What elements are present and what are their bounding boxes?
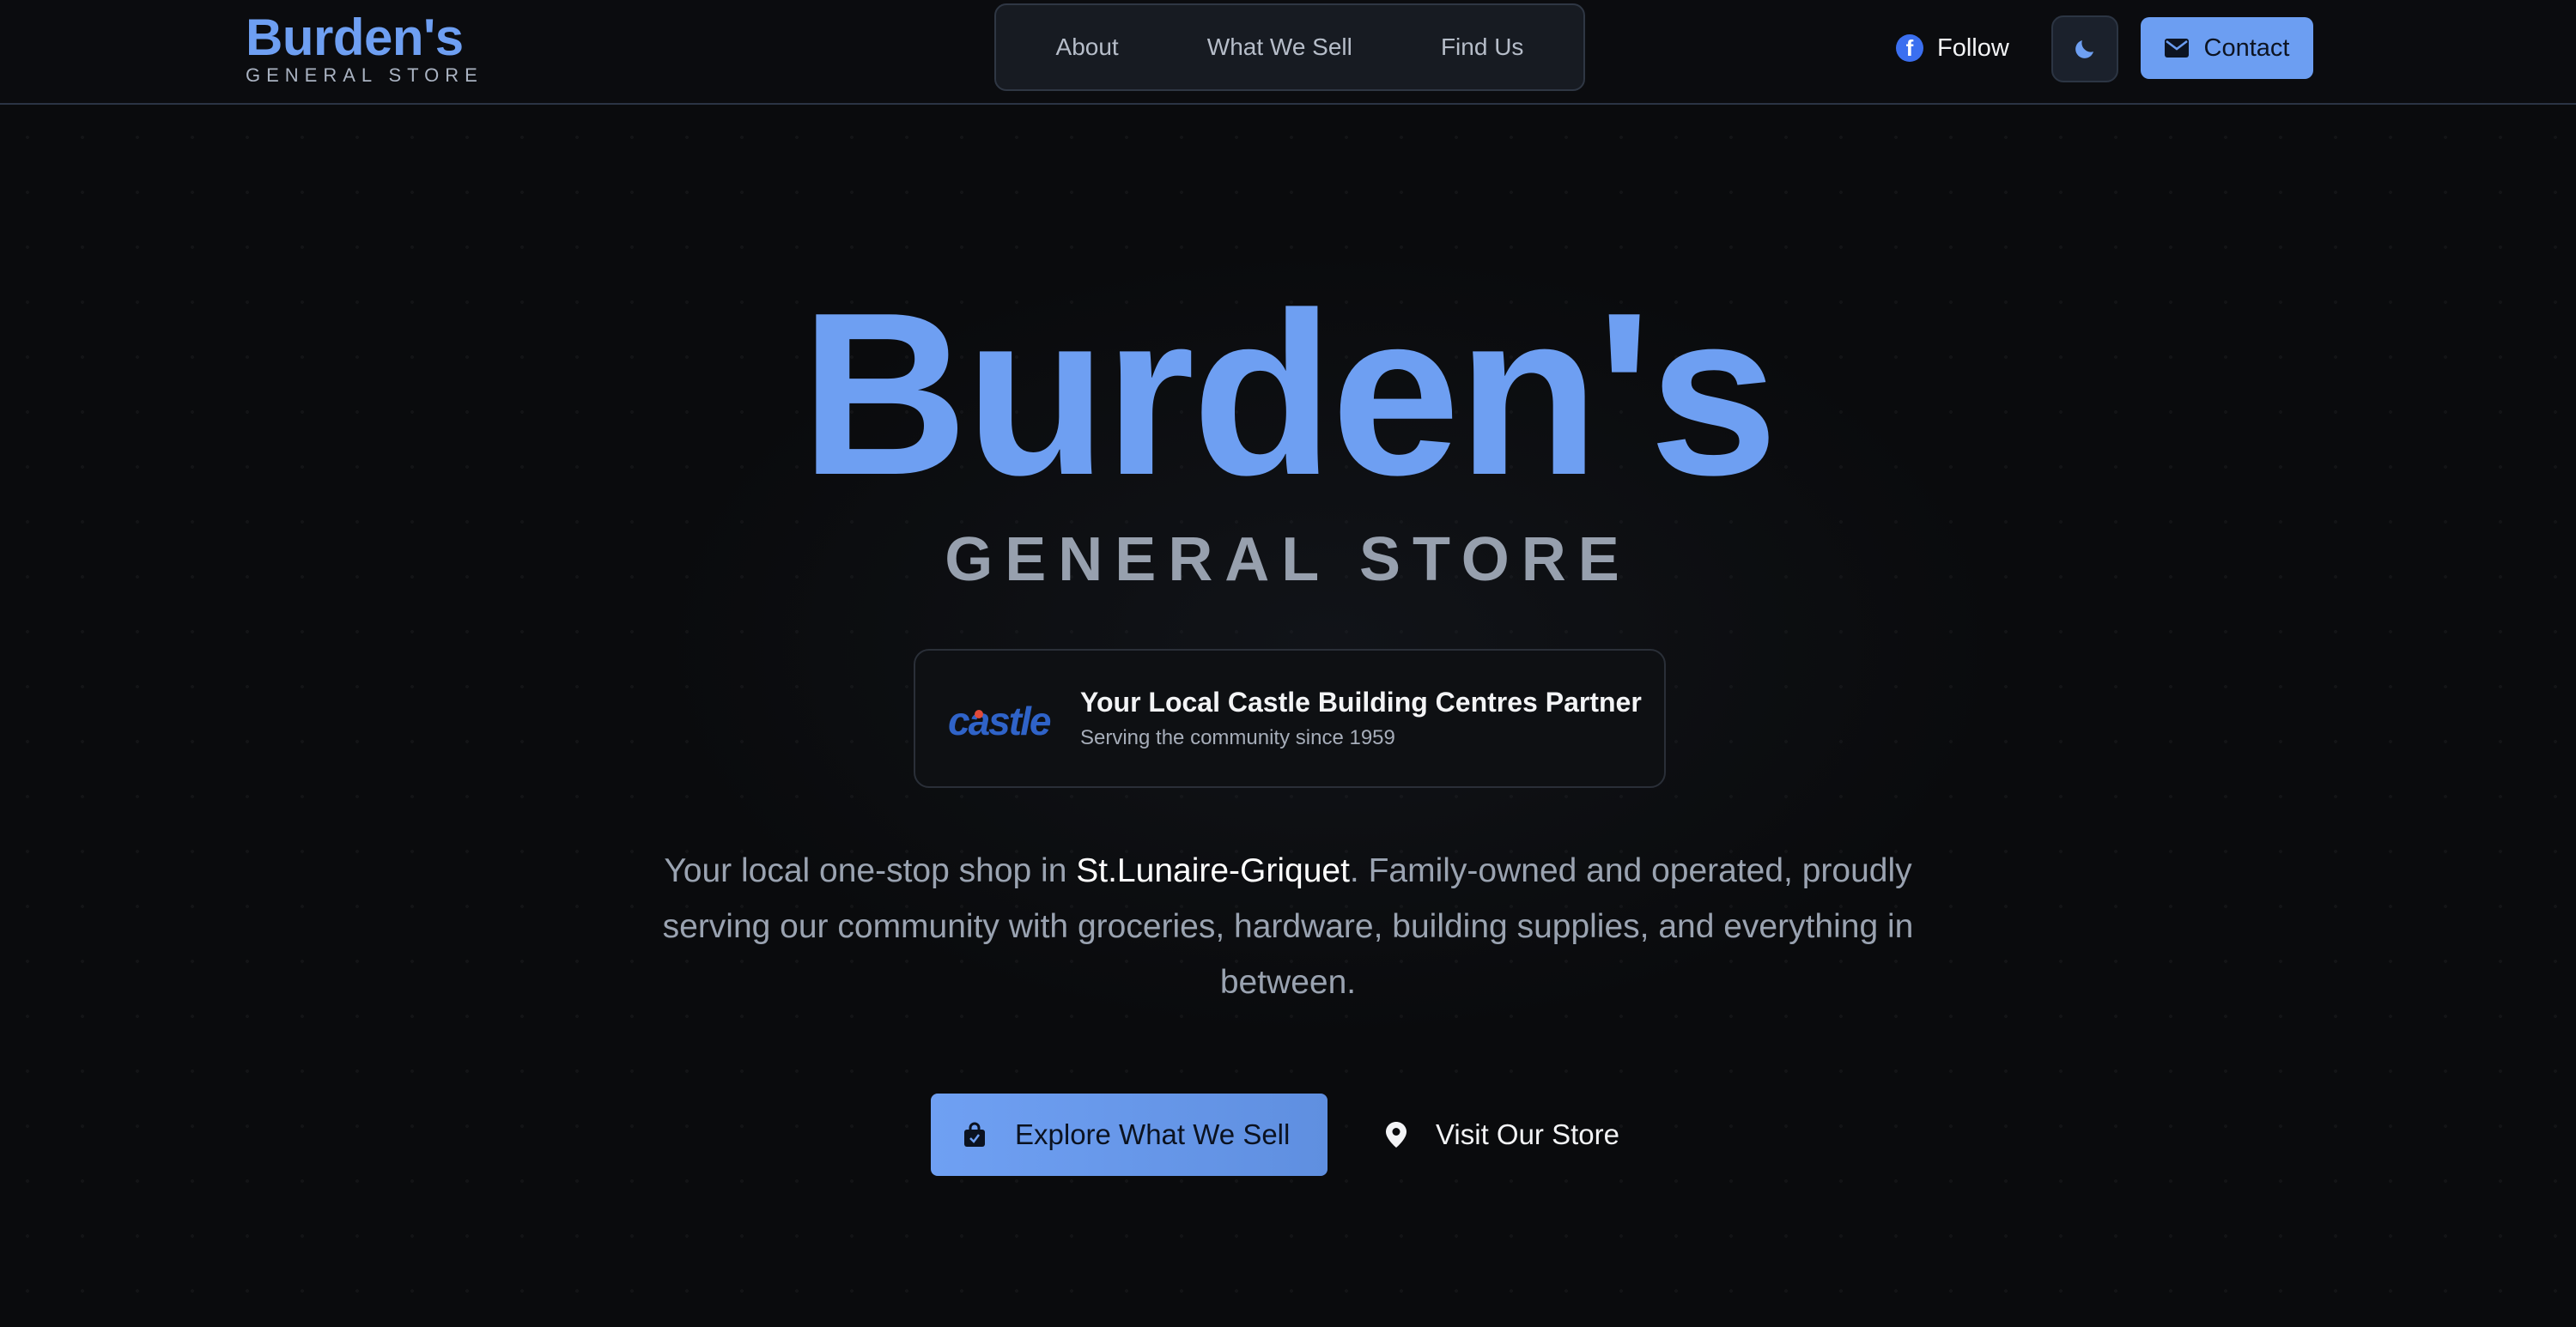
nav-link-find-us[interactable]: Find Us — [1425, 25, 1539, 70]
nav-link-what-we-sell[interactable]: What We Sell — [1192, 25, 1368, 70]
description-text-start: Your local one-stop shop in — [664, 852, 1077, 889]
partner-card: castle Your Local Castle Building Centre… — [914, 649, 1666, 788]
castle-logo: castle — [948, 699, 1053, 742]
hero-title: Burden's — [800, 265, 1777, 524]
main-nav: About What We Sell Find Us — [994, 3, 1585, 91]
hero-description: Your local one-stop shop in St.Lunaire-G… — [635, 843, 1941, 1010]
partner-subtitle: Serving the community since 1959 — [1080, 726, 1395, 749]
visit-our-store-button[interactable]: Visit Our Store — [1377, 1094, 1635, 1176]
visit-button-label: Visit Our Store — [1436, 1118, 1619, 1150]
shopping-bag-icon — [964, 1122, 985, 1147]
follow-facebook-link[interactable]: f Follow — [1896, 27, 2009, 70]
envelope-icon — [2164, 39, 2189, 58]
explore-what-we-sell-button[interactable]: Explore What We Sell — [931, 1094, 1327, 1176]
contact-button[interactable]: Contact — [2141, 17, 2313, 79]
brand-subtitle: GENERAL STORE — [246, 64, 483, 86]
brand-logo-link[interactable]: Burden's GENERAL STORE — [246, 10, 483, 86]
facebook-icon: f — [1896, 34, 1923, 62]
hero-subtitle: GENERAL STORE — [945, 525, 1631, 594]
site-header: Burden's GENERAL STORE About What We Sel… — [0, 0, 2576, 105]
partner-title: Your Local Castle Building Centres Partn… — [1080, 687, 1642, 718]
nav-link-about[interactable]: About — [1041, 25, 1134, 70]
follow-label: Follow — [1937, 33, 2009, 62]
brand-name: Burden's — [246, 9, 464, 66]
location-highlight: St.Lunaire-Griquet — [1076, 852, 1350, 889]
moon-icon — [2075, 40, 2093, 58]
contact-button-label: Contact — [2203, 33, 2290, 62]
map-pin-icon — [1386, 1122, 1406, 1148]
svg-text:castle: castle — [948, 699, 1051, 742]
explore-button-label: Explore What We Sell — [1015, 1118, 1291, 1150]
theme-toggle-button[interactable] — [2051, 15, 2118, 82]
